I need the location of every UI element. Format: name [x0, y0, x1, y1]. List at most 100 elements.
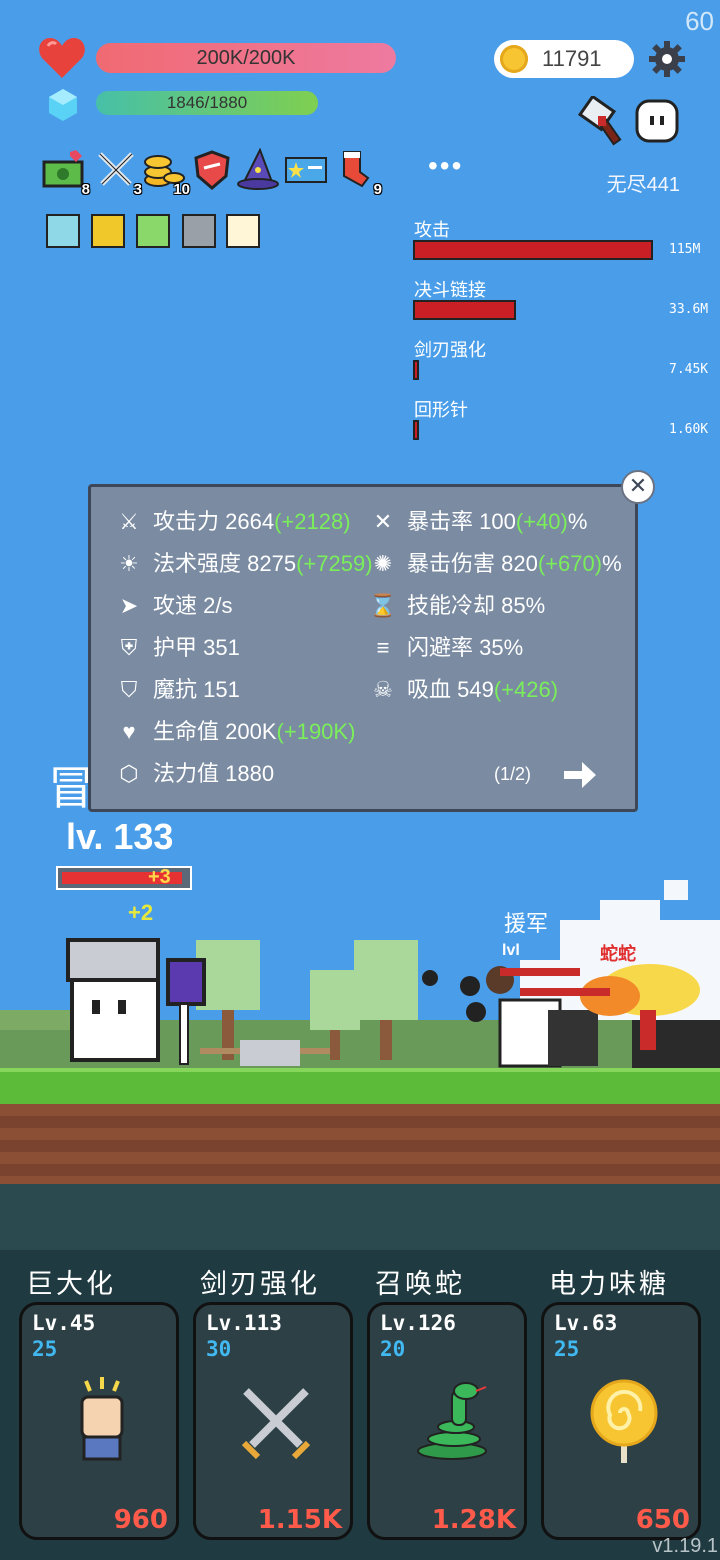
skill-card-candy[interactable]: Lv.63 25 650: [541, 1302, 701, 1540]
item-count: 9: [373, 181, 382, 198]
endless-level: 无尽441: [606, 174, 680, 196]
skill-mana-cost: 30: [206, 1337, 232, 1361]
stats-panel: ⚔ 攻击力 2664(+2128) ✕ 暴击率 100(+40)% ☀ 法术强度 82…: [88, 484, 638, 812]
damage-bar: [413, 360, 419, 380]
card-item[interactable]: [284, 148, 328, 192]
speed-arrow-icon: ➤: [119, 593, 139, 618]
skill-price: 650: [635, 1505, 690, 1535]
heart-shield-icon: ⛉: [120, 677, 138, 702]
hero-sprite: [66, 938, 206, 1065]
sock-icon: [343, 151, 370, 188]
lollipop-icon: [590, 1379, 658, 1463]
check-buff-icon[interactable]: [136, 214, 170, 248]
stat-health: ♥ 生命值 200K(+190K): [113, 715, 355, 749]
skull-icon: ☠: [373, 677, 393, 702]
skill-card-snake[interactable]: Lv.126 20 1.28K: [367, 1302, 527, 1540]
skill-level: Lv.126: [380, 1311, 456, 1335]
stat-armor: ⛨ 护甲 351: [113, 631, 240, 665]
damage-label: 决斗链接: [414, 280, 486, 300]
crossed-swords-icon: [241, 1388, 311, 1460]
stat-cooldown: ⌛ 技能冷却 85%: [367, 589, 545, 623]
fps-counter: 60: [685, 6, 714, 36]
wizard-hat-item[interactable]: [236, 147, 280, 192]
snake-name: 蛇蛇: [600, 944, 636, 964]
close-button[interactable]: ✕: [621, 470, 655, 504]
stat-attack: ⚔ 攻击力 2664(+2128): [113, 505, 350, 539]
damage-bar: [413, 240, 653, 260]
stat-crit-rate: ✕ 暴击率 100(+40)%: [367, 505, 588, 539]
burst-buff-icon[interactable]: [226, 214, 260, 248]
hourglass-icon: ⌛: [369, 593, 397, 618]
skill-price: 1.28K: [431, 1505, 516, 1535]
blade-buff-icon[interactable]: [182, 214, 216, 248]
bulb-buff-icon[interactable]: [46, 214, 80, 248]
stat-lifesteal: ☠ 吸血 549(+426): [367, 673, 558, 707]
item-count: 3: [133, 181, 142, 198]
skill-card-giant[interactable]: Lv.45 25 960: [19, 1302, 179, 1540]
skill-mana-cost: 20: [380, 1337, 406, 1361]
coin-counter: 11791: [494, 40, 634, 78]
hp-bar: 200K/200K: [96, 43, 396, 73]
skill-level: Lv.63: [554, 1311, 618, 1335]
sock-item[interactable]: 9: [334, 148, 382, 198]
skill-price: 960: [113, 1505, 168, 1535]
stat-spell-power: ☀ 法术强度 8275(+7259): [113, 547, 372, 581]
stat-crit-damage: ✺ 暴击伤害 820(+670)%: [367, 547, 622, 581]
money-icon: [42, 150, 84, 188]
skill-mana-cost: 25: [554, 1337, 580, 1361]
damage-value: 1.60K: [669, 422, 709, 437]
damage-value: 7.45K: [669, 362, 709, 377]
lines-icon: ≡: [376, 635, 390, 660]
skill-level: Lv.113: [206, 1311, 282, 1335]
damage-value: 33.6M: [669, 302, 709, 317]
skill-price: 1.15K: [257, 1505, 342, 1535]
crosshair-icon: ✕: [373, 509, 393, 534]
swords-icon: [98, 152, 134, 186]
dirt-ground: [0, 1104, 720, 1184]
next-page-arrow-icon[interactable]: [562, 760, 598, 790]
underground: [0, 1184, 720, 1250]
ghost-icon[interactable]: [634, 98, 680, 144]
star-card-icon: [285, 157, 327, 183]
mana-bar: 1846/1880: [96, 91, 318, 115]
money-item[interactable]: 8: [42, 148, 90, 198]
snake-icon: [417, 1382, 487, 1460]
coin-icon: [500, 45, 528, 73]
skill-card-blade[interactable]: Lv.113 30 1.15K: [193, 1302, 353, 1540]
damage-label: 攻击: [414, 220, 450, 240]
stat-mana: ⬡ 法力值 1880: [113, 757, 274, 791]
wizard-hat-icon: [237, 147, 279, 190]
more-button[interactable]: •••: [428, 150, 463, 182]
fist-icon: [80, 1377, 124, 1461]
cleaver-icon[interactable]: [576, 96, 632, 148]
gear-icon[interactable]: [648, 40, 686, 78]
damage-label: 剑刃强化: [414, 340, 486, 360]
heart-icon: ♥: [122, 719, 136, 744]
coins-item[interactable]: 10: [142, 148, 190, 198]
battle-scene: [0, 880, 720, 1070]
grass-ground: [0, 1068, 720, 1104]
shield-item[interactable]: [190, 148, 234, 192]
coin-value: 11791: [542, 46, 602, 71]
damage-value: 115M: [669, 242, 701, 257]
hero-level: lv. 133: [66, 816, 174, 857]
damage-label: 回形针: [414, 400, 468, 420]
skill-title: 巨大化: [26, 1269, 116, 1299]
crystal-icon: ⬡: [119, 761, 139, 786]
damage-bar: [413, 300, 516, 320]
version-label: v1.19.1: [652, 1535, 718, 1557]
skill-title: 电力味糖: [549, 1269, 669, 1299]
skill-level: Lv.45: [32, 1311, 96, 1335]
page-indicator: (1/2): [494, 764, 532, 784]
stat-magic-resist: ⛉ 魔抗 151: [113, 673, 240, 707]
damage-bar: [413, 420, 419, 440]
monster-buff-icon[interactable]: [91, 214, 125, 248]
skill-mana-cost: 25: [32, 1337, 58, 1361]
item-count: 10: [173, 181, 190, 198]
crystal-icon: [49, 89, 77, 121]
swords-item[interactable]: 3: [94, 148, 142, 198]
sun-icon: ☀: [119, 551, 139, 576]
enemy-name: 援军: [504, 911, 549, 936]
item-count: 8: [81, 181, 90, 198]
enemy-level: lvl: [502, 942, 520, 959]
